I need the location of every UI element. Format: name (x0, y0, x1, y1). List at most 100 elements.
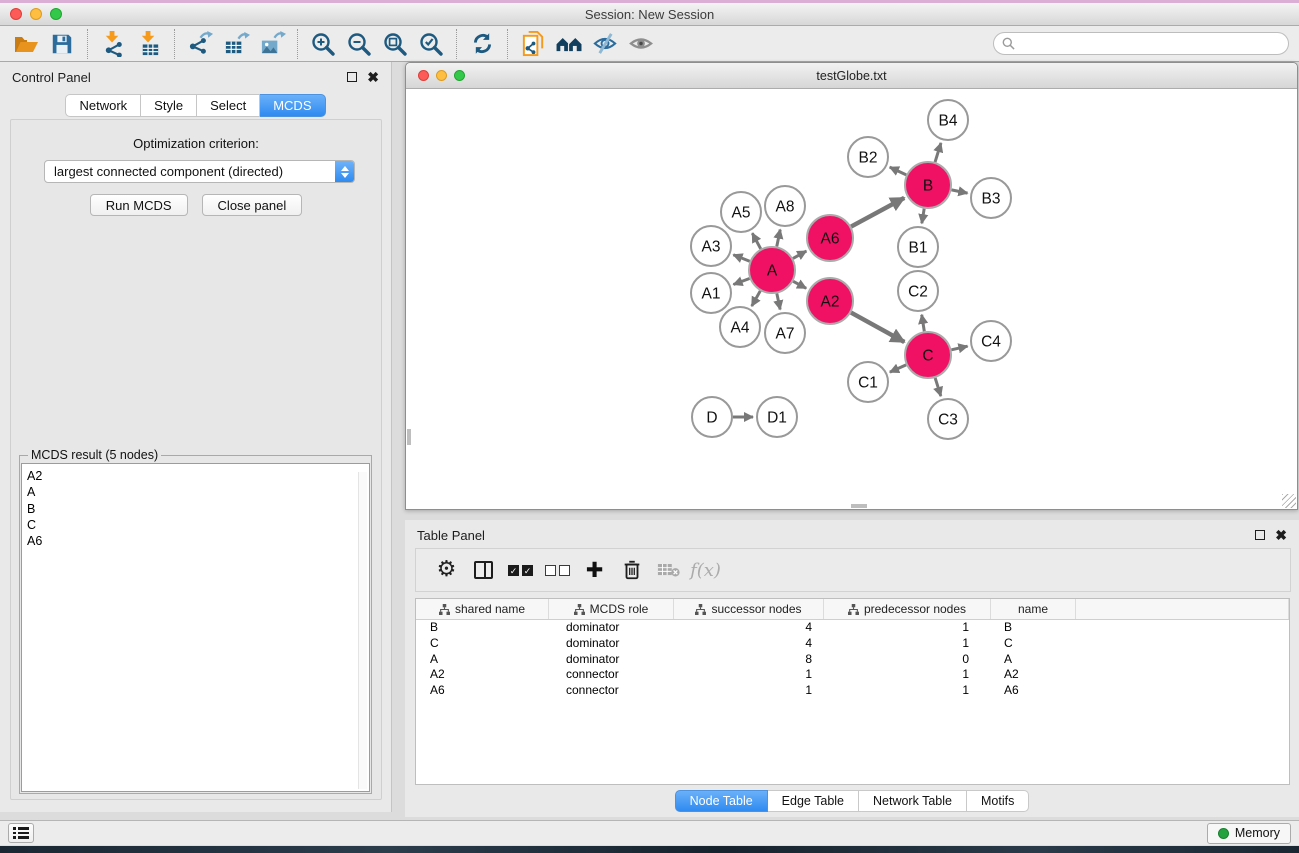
edge-C-C3[interactable] (935, 378, 941, 396)
node-label-C1: C1 (858, 375, 878, 392)
close-panel-icon[interactable]: ✖ (367, 72, 379, 82)
table-tab-edge-table[interactable]: Edge Table (768, 790, 859, 812)
mcds-result-title: MCDS result (5 nodes) (28, 448, 161, 462)
edge-A-A2[interactable] (793, 281, 806, 288)
column-header-label: shared name (455, 602, 525, 616)
float-panel-icon[interactable] (347, 72, 357, 82)
edge-A6-B[interactable] (851, 198, 904, 227)
new-network-from-selection-button[interactable] (515, 29, 551, 59)
edge-A-A1[interactable] (733, 278, 749, 284)
horizontal-scroll-indicator[interactable] (851, 504, 867, 508)
edge-B-B1[interactable] (922, 209, 924, 224)
column-visibility-button[interactable] (465, 561, 502, 579)
table-row[interactable]: A2connector11A2 (416, 667, 1289, 683)
table-tab-motifs[interactable]: Motifs (967, 790, 1029, 812)
node-label-B4: B4 (939, 113, 958, 130)
table-tab-network-table[interactable]: Network Table (859, 790, 967, 812)
control-tab-select[interactable]: Select (197, 94, 260, 117)
table-cell: 1 (674, 683, 824, 699)
add-column-button[interactable]: ✚ (576, 558, 613, 582)
task-history-button[interactable] (8, 823, 34, 843)
node-table: shared name MCDS rolesuccessor nodes prede… (415, 598, 1290, 785)
result-item[interactable]: A6 (27, 533, 369, 549)
edge-A-A8[interactable] (777, 230, 780, 247)
zoom-selected-button[interactable] (413, 29, 449, 59)
column-header-successor-nodes[interactable]: successor nodes (674, 599, 824, 619)
hierarchy-icon (695, 604, 706, 615)
float-table-panel-icon[interactable] (1255, 530, 1265, 540)
result-item[interactable]: C (27, 517, 369, 533)
close-panel-button[interactable]: Close panel (202, 194, 303, 216)
open-session-button[interactable] (8, 29, 44, 59)
zoom-in-button[interactable] (305, 29, 341, 59)
result-item[interactable]: B (27, 501, 369, 517)
select-all-rows-button[interactable]: ✓✓ (502, 565, 539, 576)
show-all-button[interactable] (623, 29, 659, 59)
edge-A2-C[interactable] (851, 313, 904, 342)
close-table-panel-icon[interactable]: ✖ (1275, 530, 1287, 540)
status-bar: Memory (0, 820, 1299, 845)
result-item[interactable]: A (27, 484, 369, 500)
result-scrollbar[interactable] (358, 472, 367, 789)
table-tab-node-table[interactable]: Node Table (675, 790, 768, 812)
edge-A-A3[interactable] (733, 255, 749, 261)
control-tab-style[interactable]: Style (141, 94, 197, 117)
edge-C-C2[interactable] (922, 315, 925, 332)
table-settings-button[interactable]: ⚙ (428, 560, 465, 580)
network-graph[interactable]: B4B2BB3A8A5A6A3B1AC2A1A2A4A7C4CC1C3DD1 (407, 89, 1296, 508)
table-panel: Table Panel ✖ ⚙ ✓✓ ✚ (405, 520, 1299, 817)
search-icon (1002, 37, 1015, 50)
search-box[interactable] (993, 32, 1289, 55)
table-cell: A2 (991, 667, 1076, 683)
node-label-C3: C3 (938, 412, 958, 429)
edge-A-A5[interactable] (752, 233, 760, 249)
edge-A-A7[interactable] (777, 294, 780, 310)
result-item[interactable]: A2 (27, 468, 369, 484)
save-session-button[interactable] (44, 29, 80, 59)
node-label-D1: D1 (767, 410, 787, 427)
edge-A-A6[interactable] (793, 251, 806, 258)
apply-function-button[interactable]: f(x) (687, 560, 724, 581)
home-button[interactable] (551, 29, 587, 59)
export-table-button[interactable] (218, 29, 254, 59)
column-header-predecessor-nodes[interactable]: predecessor nodes (824, 599, 991, 619)
zoom-out-button[interactable] (341, 29, 377, 59)
delete-table-button[interactable] (650, 562, 687, 578)
mcds-result-list[interactable]: A2ABCA6 (21, 463, 370, 792)
table-header-row: shared name MCDS rolesuccessor nodes prede… (416, 599, 1289, 620)
import-network-button[interactable] (95, 29, 131, 59)
refresh-button[interactable] (464, 29, 500, 59)
column-header-name[interactable]: name (991, 599, 1076, 619)
network-canvas[interactable]: B4B2BB3A8A5A6A3B1AC2A1A2A4A7C4CC1C3DD1 (407, 89, 1296, 508)
column-header-shared-name[interactable]: shared name (416, 599, 549, 619)
zoom-fit-button[interactable] (377, 29, 413, 59)
resize-grip[interactable] (1282, 494, 1296, 508)
edge-C-C1[interactable] (890, 365, 906, 372)
table-row[interactable]: Cdominator41C (416, 636, 1289, 652)
table-row[interactable]: Bdominator41B (416, 620, 1289, 636)
column-header-label: predecessor nodes (864, 602, 966, 616)
edge-B-B3[interactable] (952, 190, 968, 193)
table-row[interactable]: Adominator80A (416, 652, 1289, 668)
export-network-button[interactable] (182, 29, 218, 59)
import-table-button[interactable] (131, 29, 167, 59)
search-input[interactable] (1021, 37, 1280, 51)
edge-B-B2[interactable] (890, 167, 907, 175)
control-tab-network[interactable]: Network (65, 94, 141, 117)
hide-selected-button[interactable] (587, 29, 623, 59)
edge-A-A4[interactable] (752, 291, 761, 306)
run-mcds-button[interactable]: Run MCDS (90, 194, 188, 216)
deselect-all-rows-button[interactable] (539, 565, 576, 576)
edge-C-C4[interactable] (951, 346, 967, 350)
trash-icon (621, 558, 643, 582)
vertical-scroll-indicator[interactable] (407, 429, 411, 445)
delete-column-button[interactable] (613, 558, 650, 582)
table-row[interactable]: A6connector11A6 (416, 683, 1289, 699)
criterion-dropdown[interactable]: largest connected component (directed) (44, 160, 355, 183)
export-image-button[interactable] (254, 29, 290, 59)
control-tab-mcds[interactable]: MCDS (260, 94, 325, 117)
column-header-MCDS-role[interactable]: MCDS role (549, 599, 674, 619)
application-window: Session: New Session (0, 0, 1299, 853)
memory-button[interactable]: Memory (1207, 823, 1291, 844)
edge-B-B4[interactable] (935, 143, 941, 162)
